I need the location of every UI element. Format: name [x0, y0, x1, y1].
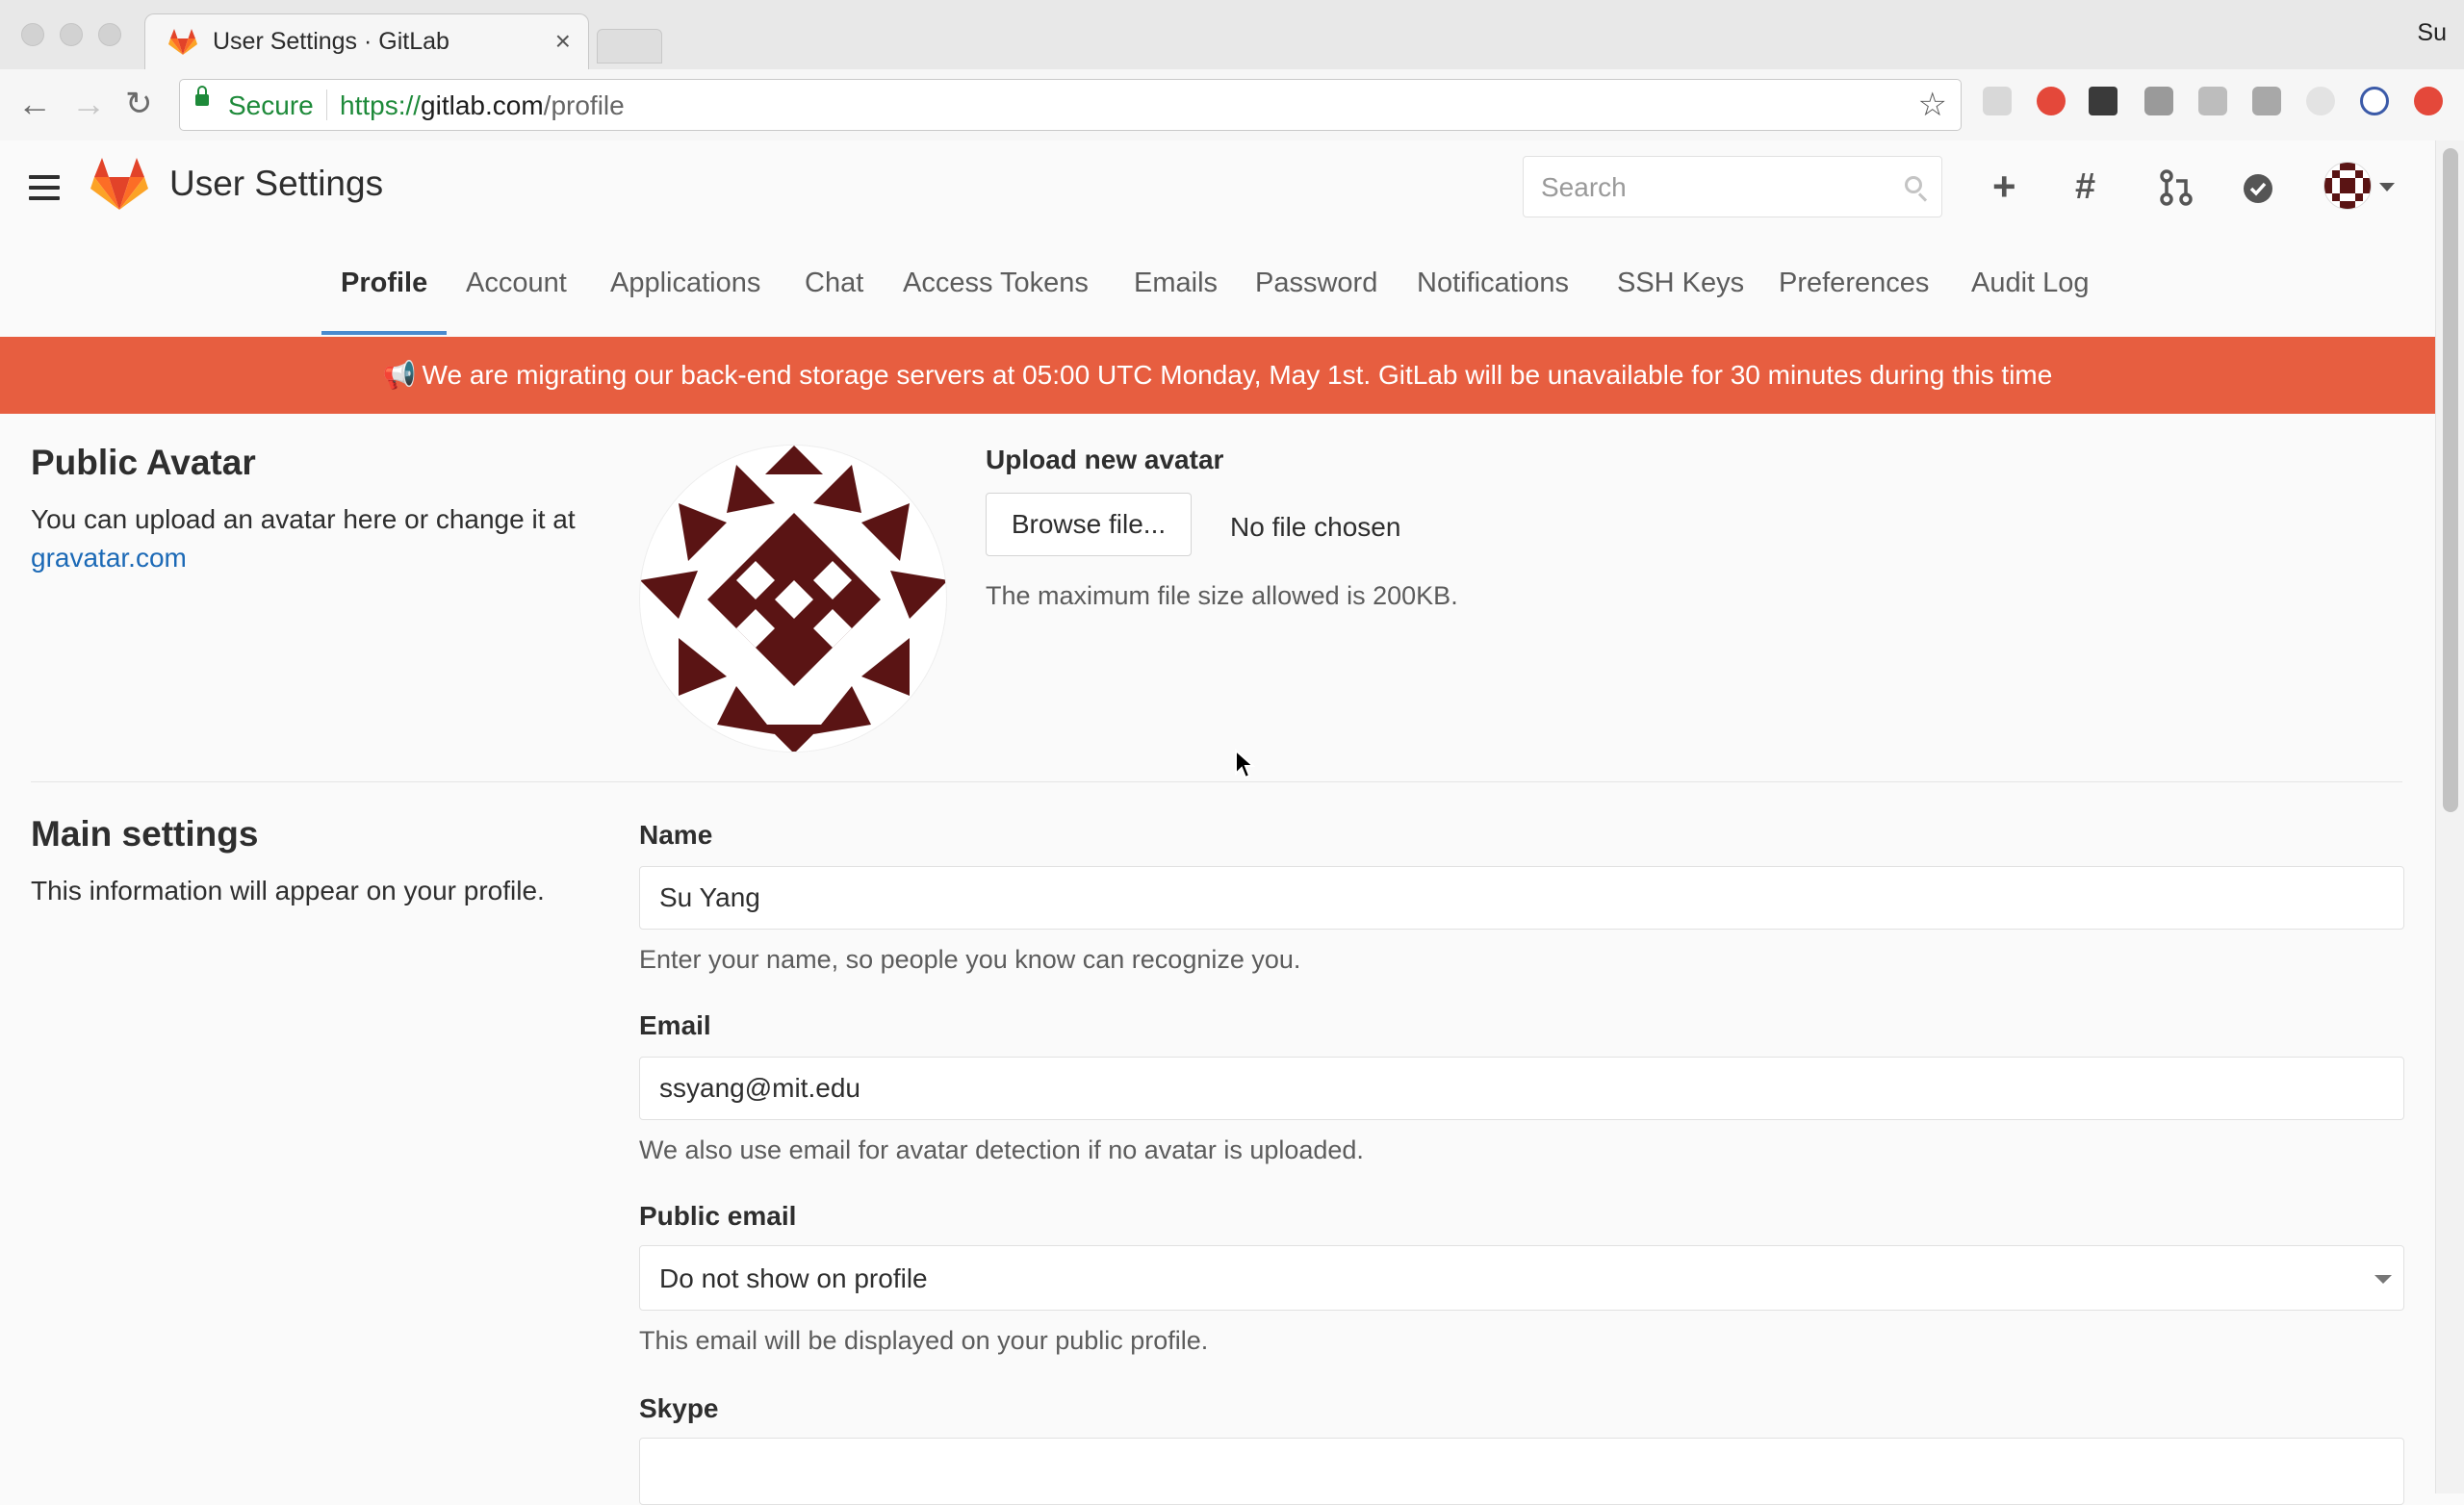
url-scheme: https://	[340, 90, 422, 120]
gitlab-favicon-icon	[168, 29, 197, 55]
tab-applications[interactable]: Applications	[610, 268, 760, 299]
public-avatar-title: Public Avatar	[31, 443, 256, 482]
name-field[interactable]	[639, 866, 2404, 930]
main-settings-description: This information will appear on your pro…	[31, 876, 545, 906]
lock-icon	[195, 86, 209, 106]
active-tab-indicator	[321, 331, 447, 335]
megaphone-icon: 📢	[382, 360, 417, 390]
email-hint: We also use email for avatar detection i…	[639, 1135, 1364, 1164]
upload-avatar-label: Upload new avatar	[986, 445, 1224, 474]
name-label: Name	[639, 820, 713, 850]
url-host: gitlab.com	[421, 90, 544, 120]
block-extension-icon[interactable]	[2360, 87, 2389, 115]
page-scrollbar[interactable]	[2435, 140, 2464, 1493]
tab-notifications[interactable]: Notifications	[1417, 268, 1569, 299]
tab-account[interactable]: Account	[466, 268, 567, 299]
minimize-window-button[interactable]	[60, 23, 83, 46]
forward-arrow-icon[interactable]: →	[71, 87, 106, 121]
public-email-select[interactable]: Do not show on profile	[639, 1245, 2404, 1311]
camera-extension-icon[interactable]	[2144, 87, 2173, 115]
skype-label: Skype	[639, 1393, 719, 1423]
browse-file-button[interactable]: Browse file...	[986, 493, 1192, 556]
main-settings-title: Main settings	[31, 814, 259, 854]
settings-subnav: Profile Account Applications Chat Access…	[0, 140, 2435, 337]
bird-extension-icon[interactable]	[2089, 87, 2118, 115]
user-avatar-large	[639, 445, 947, 752]
tab-password[interactable]: Password	[1255, 268, 1377, 299]
section-divider	[31, 781, 2402, 782]
email-label: Email	[639, 1010, 711, 1040]
tab-close-icon[interactable]: ×	[555, 26, 571, 57]
gravatar-link[interactable]: gravatar.com	[31, 543, 187, 573]
public-email-selected-value: Do not show on profile	[659, 1263, 928, 1293]
broadcast-banner: 📢 We are migrating our back-end storage s…	[0, 337, 2435, 414]
email-field[interactable]	[639, 1057, 2404, 1120]
bookmark-star-icon[interactable]: ☆	[1918, 86, 1947, 124]
browser-tab-strip: User Settings · GitLab × Su	[0, 0, 2464, 72]
mouse-cursor-icon	[1235, 749, 1255, 779]
tab-ssh-keys[interactable]: SSH Keys	[1617, 268, 1744, 299]
extension-icon[interactable]	[1983, 87, 2012, 115]
tab-access-tokens[interactable]: Access Tokens	[903, 268, 1089, 299]
ublock-extension-icon[interactable]	[2037, 87, 2066, 115]
secure-label: Secure	[228, 90, 314, 120]
chevron-down-icon	[2374, 1275, 2392, 1284]
tab-profile[interactable]: Profile	[341, 268, 427, 299]
avatar-desc-text: You can upload an avatar here or change …	[31, 504, 576, 534]
tab-preferences[interactable]: Preferences	[1779, 268, 1929, 299]
public-email-hint: This email will be displayed on your pub…	[639, 1326, 1209, 1355]
maximize-window-button[interactable]	[98, 23, 121, 46]
reload-icon[interactable]: ↻	[125, 87, 153, 121]
upload-extension-icon[interactable]	[2414, 87, 2443, 115]
new-tab-button[interactable]	[597, 29, 662, 64]
no-file-chosen-text: No file chosen	[1230, 512, 1401, 542]
tab-title: User Settings · GitLab	[213, 28, 449, 55]
scrollbar-thumb[interactable]	[2443, 148, 2458, 812]
back-arrow-icon[interactable]: ←	[17, 87, 52, 121]
url-path: /profile	[543, 90, 625, 120]
address-divider	[326, 89, 327, 120]
max-file-size-hint: The maximum file size allowed is 200KB.	[986, 581, 1458, 610]
url-text[interactable]: https://gitlab.com/profile	[340, 90, 625, 121]
tab-emails[interactable]: Emails	[1134, 268, 1218, 299]
browser-profile-name[interactable]: Su	[2417, 19, 2447, 47]
dim-extension-icon[interactable]	[2306, 87, 2335, 115]
skype-field[interactable]	[639, 1438, 2404, 1505]
banner-text: We are migrating our back-end storage se…	[422, 360, 2053, 390]
identicon-large-icon	[640, 446, 946, 752]
tab-audit-log[interactable]: Audit Log	[1971, 268, 2090, 299]
public-email-label: Public email	[639, 1201, 797, 1231]
public-avatar-description: You can upload an avatar here or change …	[31, 500, 599, 577]
browser-toolbar: ← → ↻ Secure https://gitlab.com/profile …	[0, 69, 2464, 141]
reader-extension-icon[interactable]	[2198, 87, 2227, 115]
browser-tab-active[interactable]: User Settings · GitLab ×	[144, 13, 589, 72]
name-hint: Enter your name, so people you know can …	[639, 945, 1301, 974]
tab-chat[interactable]: Chat	[805, 268, 863, 299]
close-window-button[interactable]	[21, 23, 44, 46]
grid-extension-icon[interactable]	[2252, 87, 2281, 115]
address-bar[interactable]: Secure https://gitlab.com/profile ☆	[179, 79, 1962, 131]
